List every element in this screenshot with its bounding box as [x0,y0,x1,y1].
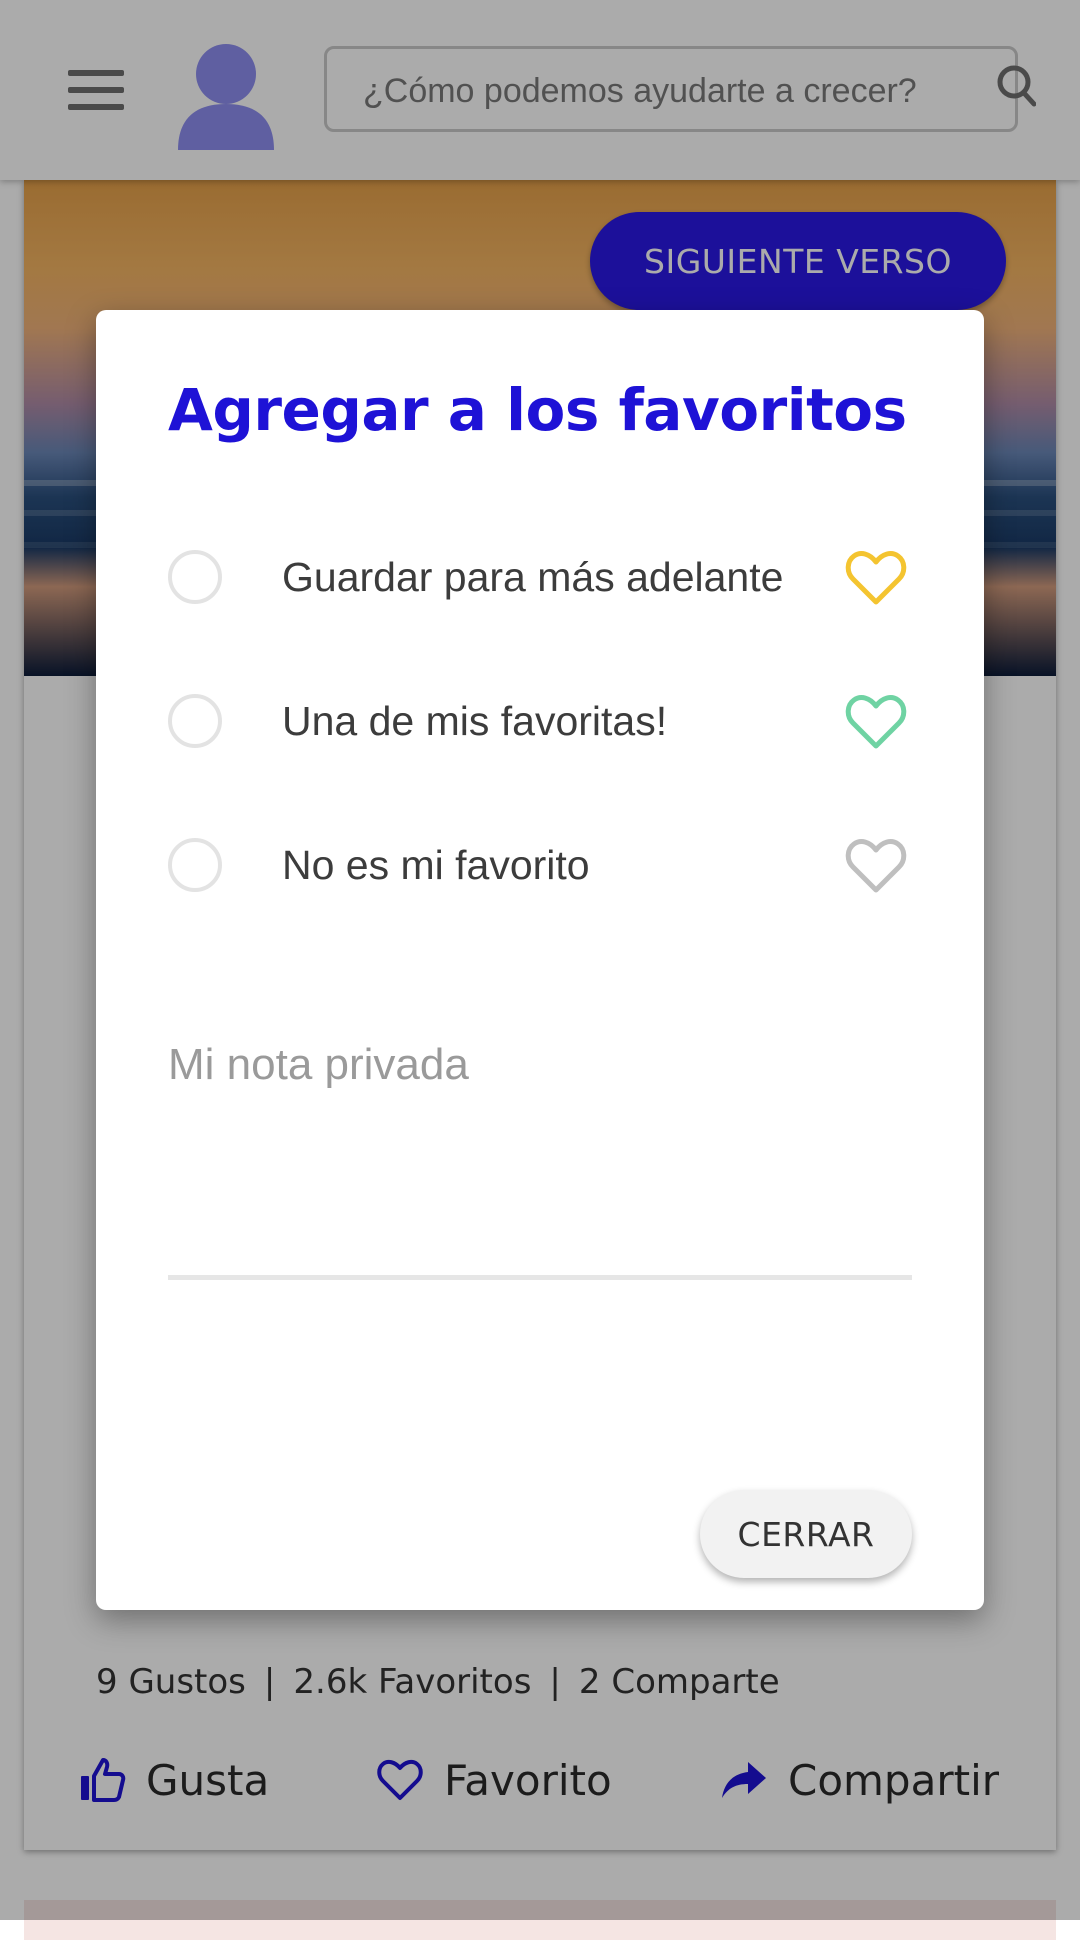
option-not-my-favorite[interactable]: No es mi favorito [168,828,912,908]
option-save-for-later[interactable]: Guardar para más adelante [168,540,912,620]
radio-button[interactable] [168,550,222,604]
close-button[interactable]: CERRAR [700,1490,912,1578]
dialog-title: Agregar a los favoritos [168,376,907,444]
radio-button[interactable] [168,694,222,748]
heart-grey-icon [845,839,907,893]
option-label: Una de mis favoritas! [282,698,668,744]
radio-button[interactable] [168,838,222,892]
add-to-favorites-dialog: Agregar a los favoritos Guardar para más… [96,310,984,1610]
option-label: No es mi favorito [282,842,590,888]
private-note-field[interactable] [168,1040,912,1280]
heart-green-icon [845,695,907,749]
option-one-of-my-favorites[interactable]: Una de mis favoritas! [168,684,912,764]
heart-yellow-icon [845,551,907,605]
option-label: Guardar para más adelante [282,554,784,600]
